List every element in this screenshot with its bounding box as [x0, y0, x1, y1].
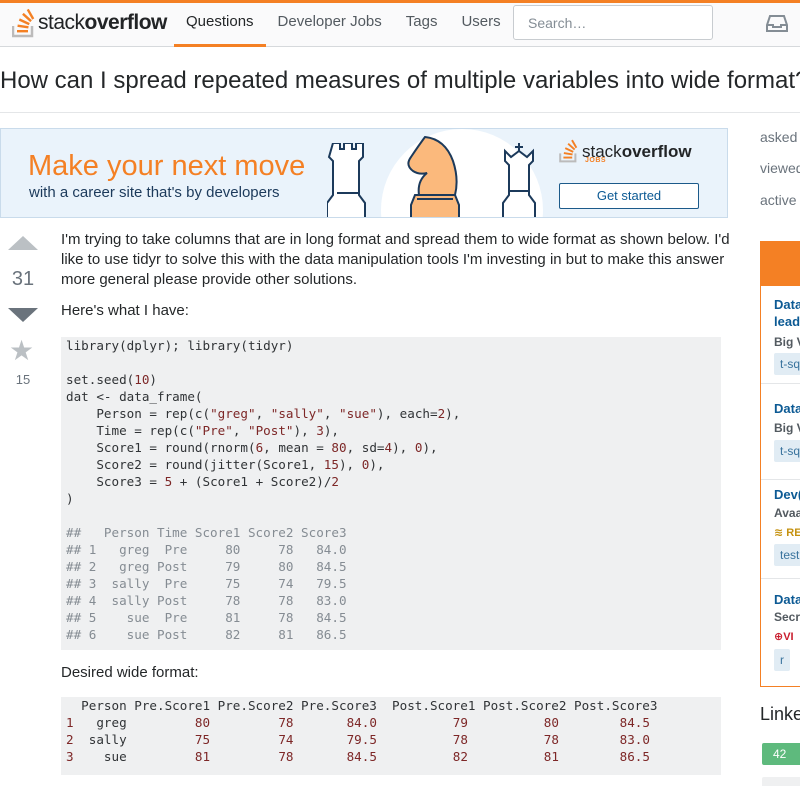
nav-questions[interactable]: Questions [174, 3, 266, 47]
job-title[interactable]: Dev( [774, 486, 800, 503]
jobs-sidebar-widget: Data lead Big V t-sq Data Big V t-sq Dev… [760, 241, 800, 687]
job-tag[interactable]: t-sq [774, 440, 800, 462]
logo-text-bold: overflow [84, 11, 168, 34]
job-title[interactable]: Data [774, 400, 800, 417]
logo-text: stackoverflow [38, 11, 167, 35]
job-tag[interactable]: t-sq [774, 353, 800, 375]
favorite-star-icon[interactable]: ★ [9, 337, 34, 365]
search-input[interactable] [513, 5, 713, 40]
remote-badge: ≋ RE [774, 526, 800, 539]
ad-brand-bold: overflow [621, 141, 692, 161]
remote-badge-label: RE [786, 527, 800, 539]
post-paragraph-1: I'm trying to take columns that are in l… [61, 231, 730, 288]
king-icon [502, 143, 536, 217]
job-title-line-2[interactable]: lead [774, 313, 800, 330]
downvote-arrow-icon[interactable] [8, 308, 38, 322]
top-bar: stackoverflow Questions Developer Jobs T… [0, 0, 800, 47]
meta-asked: asked [760, 129, 798, 145]
favorite-count: 15 [15, 372, 31, 387]
nav-developer-jobs[interactable]: Developer Jobs [266, 3, 394, 47]
knight-icon [407, 135, 460, 217]
job-listing[interactable]: Data Big V t-sq [761, 383, 800, 479]
code-block-have: library(dplyr); library(tidyr) set.seed(… [61, 337, 721, 650]
globe-icon: ⊕ [774, 631, 784, 643]
meta-viewed: viewed [760, 160, 800, 176]
job-title[interactable]: Data [774, 591, 800, 608]
question-title[interactable]: How can I spread repeated measures of mu… [0, 67, 800, 95]
stackoverflow-logo[interactable]: stackoverflow [12, 8, 167, 38]
get-started-button[interactable]: Get started [559, 183, 699, 209]
linked-vote-badge[interactable]: 42 [762, 743, 800, 765]
linked-vote-badge[interactable] [762, 777, 800, 786]
jobs-logo-icon [559, 139, 578, 163]
job-company: Avaa [774, 506, 800, 520]
post-paragraph-2: Here's what I have: [61, 302, 189, 319]
linked-heading: Linke [760, 704, 800, 724]
upvote-arrow-icon[interactable] [8, 236, 38, 250]
jobs-widget-header [761, 242, 800, 286]
meta-active: active [760, 192, 797, 208]
title-divider [0, 112, 800, 113]
job-listing[interactable]: Dev( Avaa ≋ RE test [761, 479, 800, 578]
nav-tags[interactable]: Tags [394, 3, 450, 47]
main-nav: Questions Developer Jobs Tags Users [174, 3, 513, 47]
ad-headline: Make your next move [28, 150, 306, 182]
inbox-icon[interactable] [766, 12, 788, 34]
job-listing[interactable]: Data lead Big V t-sq [761, 286, 800, 383]
visa-badge-label: VI [783, 631, 794, 643]
vote-count: 31 [11, 268, 35, 290]
ad-brand-sub: JOBS [585, 157, 607, 164]
visa-badge: ⊕VI [774, 630, 794, 643]
rook-icon [327, 143, 366, 217]
ad-jobs-logo: stackoverflow [559, 139, 692, 163]
post-paragraph-3: Desired wide format: [61, 664, 199, 681]
job-company: Big V [774, 335, 800, 349]
job-company: Big V [774, 421, 800, 435]
code-block-desired: Person Pre.Score1 Pre.Score2 Pre.Score3 … [61, 697, 721, 775]
wifi-icon: ≋ [774, 527, 784, 539]
job-title[interactable]: Data [774, 296, 800, 313]
ad-subline: with a career site that's by developers [29, 184, 280, 201]
jobs-ad-banner[interactable]: Make your next move with a career site t… [0, 128, 728, 218]
logo-text-light: stack [38, 11, 85, 34]
job-company: Secr [774, 610, 800, 624]
job-tag[interactable]: r [774, 649, 790, 671]
job-tag[interactable]: test [774, 544, 800, 566]
stackoverflow-logo-icon [12, 8, 35, 38]
job-listing[interactable]: Data Secr ⊕VI r [761, 578, 800, 686]
nav-users[interactable]: Users [449, 3, 512, 47]
